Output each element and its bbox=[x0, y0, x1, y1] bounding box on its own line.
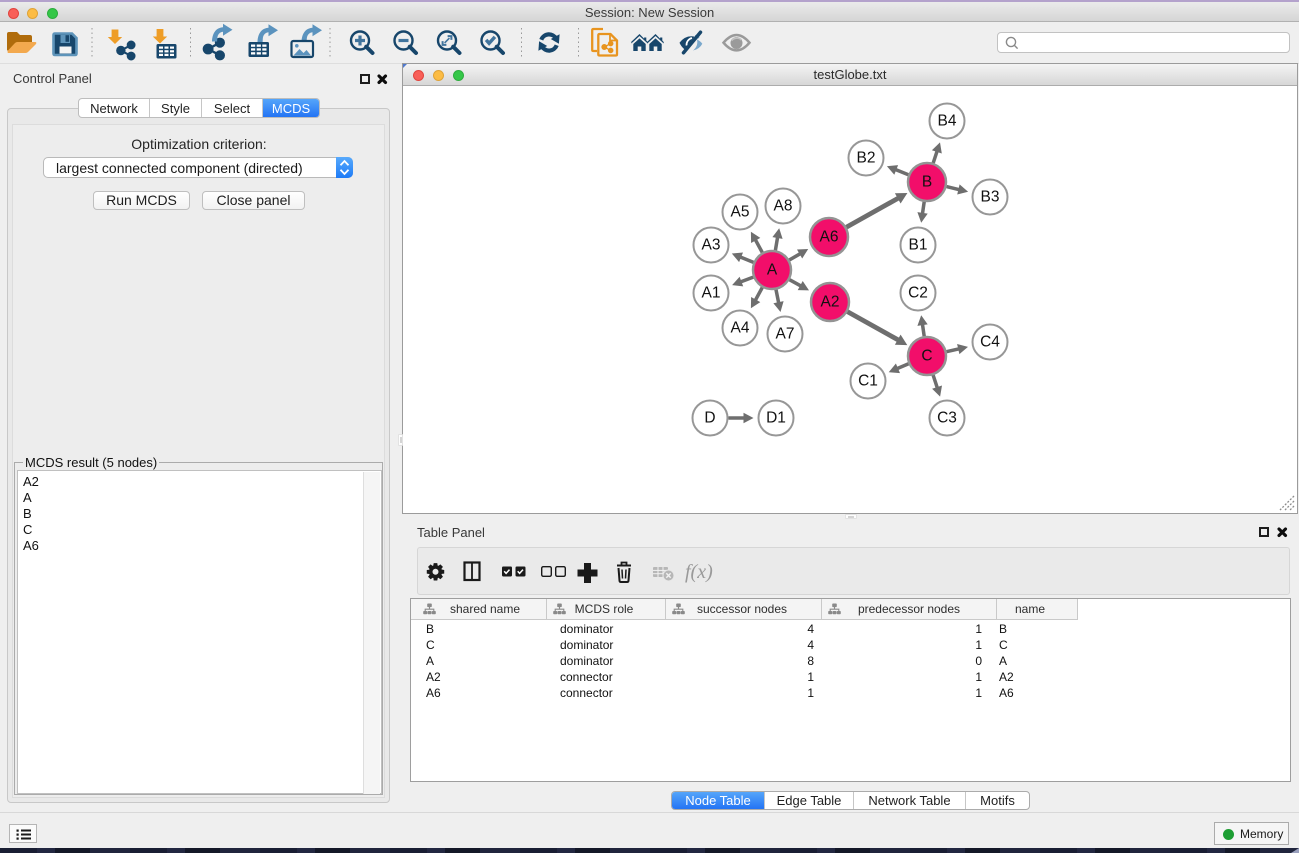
svg-text:D1: D1 bbox=[766, 410, 786, 427]
svg-text:A5: A5 bbox=[731, 204, 750, 221]
svg-text:C4: C4 bbox=[980, 334, 1000, 351]
svg-text:A: A bbox=[767, 262, 778, 279]
svg-text:A1: A1 bbox=[702, 285, 721, 302]
svg-text:A2: A2 bbox=[821, 294, 840, 311]
svg-text:B3: B3 bbox=[981, 189, 1000, 206]
svg-text:C1: C1 bbox=[858, 373, 878, 390]
svg-text:B2: B2 bbox=[857, 150, 876, 167]
svg-text:C2: C2 bbox=[908, 285, 928, 302]
svg-text:A6: A6 bbox=[820, 229, 839, 246]
svg-text:A8: A8 bbox=[774, 198, 793, 215]
svg-text:B4: B4 bbox=[938, 113, 957, 130]
svg-text:A4: A4 bbox=[731, 320, 750, 337]
svg-text:C: C bbox=[921, 348, 932, 365]
svg-text:A7: A7 bbox=[776, 326, 795, 343]
svg-text:f(x): f(x) bbox=[685, 561, 713, 583]
svg-text:B1: B1 bbox=[909, 237, 928, 254]
svg-text:A3: A3 bbox=[702, 237, 721, 254]
svg-text:B: B bbox=[922, 174, 932, 191]
svg-text:C3: C3 bbox=[937, 410, 957, 427]
svg-text:D: D bbox=[704, 410, 715, 427]
